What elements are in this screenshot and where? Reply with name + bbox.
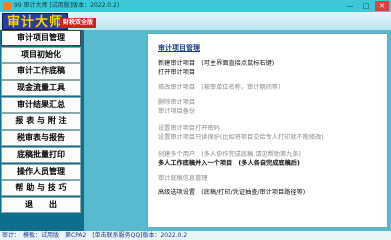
option-edit-project[interactable]: 修改审计项目 (被审单位名称，审计期间等) [158,84,280,92]
panel-title: 审计项目管理 [158,44,200,52]
minimize-button[interactable]: — [343,1,357,11]
main-area: 审计项目管理 新建审计项目 (可主界面直接点鼠标右键) 打开审计项目 修改审计项… [84,30,391,231]
sidebar-item-cashflow-tool[interactable]: 现金流量工具 [1,80,81,97]
close-button[interactable]: ✕ [375,1,389,11]
sidebar-item-project-management[interactable]: 审计项目管理 [1,30,81,47]
option-paper-info[interactable]: 审计底稿信息管理 [158,175,208,183]
option-new-project[interactable]: 新建审计项目 (可主界面直接点鼠标右键) [158,60,274,68]
title-bar: 99 审计大师 [试用版]版本：2022.0.2) — □ ✕ [0,0,391,12]
sidebar-item-exit[interactable]: 退 出 [1,196,81,214]
option-open-project[interactable]: 打开审计项目 [158,69,195,77]
option-advanced-settings[interactable]: 高级选项设置 (底稿/打印/凭证抽查/审计项目路径等) [158,189,305,197]
sidebar-item-help-tips[interactable]: 帮 助 与 技 巧 [1,180,81,197]
app-icon [3,2,11,10]
option-create-users[interactable]: 创建多个用户 (多人协作完成底稿,请见帮助第九条) [158,151,301,159]
sidebar-item-operator-management[interactable]: 操作人员管理 [1,163,81,180]
option-set-password[interactable]: 设置审计项目打开密码 [158,125,220,133]
maximize-button[interactable]: □ [359,1,373,11]
edition-badge: 财税双全版 [60,18,97,28]
option-readonly-protect[interactable]: 设置审计项目只读保护(比如将项目交给专人打印就不能修改) [158,134,324,142]
sidebar-item-tax-reports[interactable]: 税审表与报告 [1,130,81,147]
app-logo: 审计大师 [2,13,69,30]
project-management-panel: 审计项目管理 新建审计项目 (可主界面直接点鼠标右键) 打开审计项目 修改审计项… [147,33,388,228]
sidebar-item-results-summary[interactable]: 审计结果汇总 [1,96,81,113]
window-controls: — □ ✕ [343,1,389,11]
sidebar-menu: 审计项目管理 项目初始化 审计工作底稿 现金流量工具 审计结果汇总 报 表 与 … [0,30,82,230]
sidebar-item-reports-notes[interactable]: 报 表 与 附 注 [1,113,81,130]
sidebar-item-project-init[interactable]: 项目初始化 [1,46,81,63]
window-title: 99 审计大师 [试用版]版本：2022.0.2) [14,2,120,9]
option-merge-papers[interactable]: 多人工作底稿并入一个项目 (多人各自完成底稿后) [158,160,300,168]
sidebar-item-batch-print[interactable]: 底稿批量打印 [1,146,81,163]
sidebar-item-working-papers[interactable]: 审计工作底稿 [1,63,81,80]
status-bar: 审计： 模板：试用版 第CPA2 [单击联系服务QQ]版本：2022.0.2 [0,231,391,240]
option-delete-project[interactable]: 删除审计项目 [158,99,195,107]
option-backup-project[interactable]: 审计项目备份 [158,108,195,116]
